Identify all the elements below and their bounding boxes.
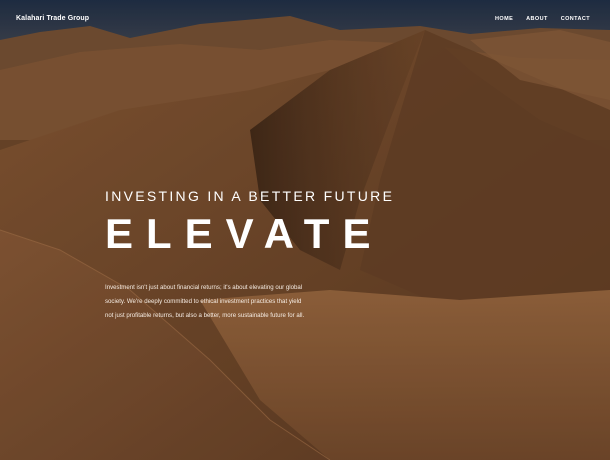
hero-kicker: INVESTING IN A BETTER FUTURE [105, 188, 395, 204]
nav-link-about[interactable]: ABOUT [526, 16, 548, 22]
hero-section: Kalahari Trade Group HOME ABOUT CONTACT … [0, 0, 610, 460]
top-navigation: Kalahari Trade Group HOME ABOUT CONTACT [0, 0, 610, 42]
hero-title: ELEVATE [105, 210, 384, 257]
brand-logo-text[interactable]: Kalahari Trade Group [16, 15, 89, 22]
hero-content: INVESTING IN A BETTER FUTURE ELEVATE Inv… [105, 188, 425, 323]
hero-description: Investment isn't just about financial re… [105, 284, 305, 319]
nav-menu: HOME ABOUT CONTACT [495, 16, 590, 22]
nav-link-contact[interactable]: CONTACT [561, 16, 590, 22]
nav-link-home[interactable]: HOME [495, 16, 513, 22]
